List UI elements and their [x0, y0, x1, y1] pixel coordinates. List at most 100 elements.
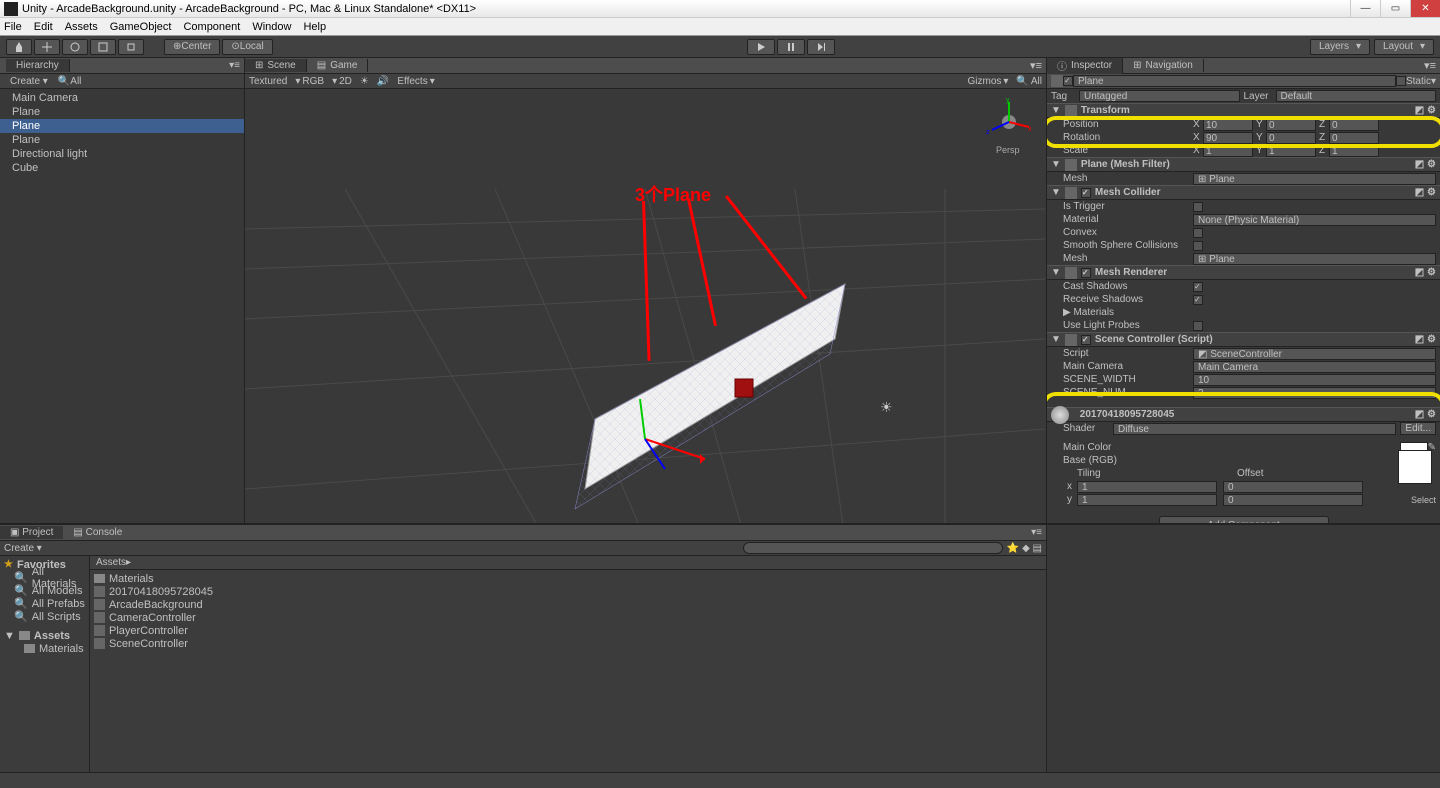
- lightprobes-checkbox[interactable]: [1193, 321, 1203, 331]
- project-create-button[interactable]: Create ▾: [4, 543, 42, 554]
- rotate-tool-button[interactable]: [62, 39, 88, 55]
- material-header[interactable]: 20170418095728045◩ ⚙: [1047, 407, 1440, 422]
- active-checkbox[interactable]: [1063, 76, 1073, 86]
- scene-tab[interactable]: ⊞Scene: [245, 59, 307, 72]
- 2d-toggle[interactable]: ▾ 2D: [332, 76, 352, 87]
- rgb-dropdown[interactable]: ▾ RGB: [295, 76, 324, 87]
- console-tab[interactable]: ▤ Console: [63, 526, 132, 539]
- scene-viewport[interactable]: ☀ 3个Plane y x z Persp: [245, 89, 1046, 523]
- hierarchy-create-button[interactable]: Create ▾: [4, 76, 54, 87]
- smooth-checkbox[interactable]: [1193, 241, 1203, 251]
- meshfilter-component-header[interactable]: ▼ Plane (Mesh Filter)◩ ⚙: [1047, 157, 1440, 172]
- asset-item[interactable]: ArcadeBackground: [90, 598, 1046, 611]
- rotation-x-input[interactable]: 90: [1203, 132, 1253, 144]
- project-search-input[interactable]: [743, 542, 1003, 554]
- script-field[interactable]: ◩ SceneController: [1193, 348, 1436, 360]
- static-checkbox[interactable]: [1396, 76, 1406, 86]
- position-x-input[interactable]: 10: [1203, 119, 1253, 131]
- panel-menu-icon[interactable]: ▾≡: [1030, 59, 1042, 72]
- add-component-button[interactable]: Add Component: [1159, 516, 1329, 523]
- play-button[interactable]: [747, 39, 775, 55]
- meshcollider-component-header[interactable]: ▼ Mesh Collider◩ ⚙: [1047, 185, 1440, 200]
- offset-y-input[interactable]: 0: [1223, 494, 1363, 506]
- static-dropdown-icon[interactable]: ▾: [1431, 76, 1436, 87]
- hierarchy-item[interactable]: Main Camera: [0, 91, 244, 105]
- tiling-x-input[interactable]: 1: [1077, 481, 1217, 493]
- hierarchy-item-selected[interactable]: Plane: [0, 119, 244, 133]
- close-button[interactable]: ✕: [1410, 0, 1440, 17]
- inspector-tab[interactable]: ⓘInspector: [1047, 58, 1123, 74]
- search-filter-icons[interactable]: ⭐ ◆ ▤: [1007, 543, 1042, 554]
- layer-dropdown[interactable]: Default: [1276, 90, 1437, 102]
- rotation-z-input[interactable]: 0: [1329, 132, 1379, 144]
- position-y-input[interactable]: 0: [1266, 119, 1316, 131]
- favorite-item[interactable]: 🔍All Prefabs: [0, 597, 89, 610]
- texture-slot[interactable]: [1398, 450, 1432, 484]
- scale-z-input[interactable]: 1: [1329, 145, 1379, 157]
- rotation-y-input[interactable]: 0: [1266, 132, 1316, 144]
- select-texture-button[interactable]: Select: [1411, 495, 1436, 505]
- panel-menu-icon[interactable]: ▾≡: [1031, 527, 1042, 538]
- navigation-tab[interactable]: ⊞Navigation: [1123, 59, 1204, 72]
- physmat-field[interactable]: None (Physic Material): [1193, 214, 1436, 226]
- assets-folder[interactable]: ▼Assets: [0, 629, 89, 642]
- step-button[interactable]: [807, 39, 835, 55]
- collider-mesh-field[interactable]: ⊞ Plane: [1193, 253, 1436, 265]
- recvshadows-checkbox[interactable]: [1193, 295, 1203, 305]
- asset-item[interactable]: 20170418095728045: [90, 585, 1046, 598]
- materials-folder[interactable]: Materials: [0, 642, 89, 655]
- hierarchy-item[interactable]: Plane: [0, 133, 244, 147]
- breadcrumb[interactable]: Assets ▸: [90, 556, 1046, 570]
- favorite-item[interactable]: 🔍All Models: [0, 584, 89, 597]
- menu-file[interactable]: File: [4, 21, 22, 33]
- transform-component-header[interactable]: ▼ Transform◩ ⚙: [1047, 103, 1440, 118]
- shaded-dropdown[interactable]: Textured: [249, 76, 287, 87]
- scale-x-input[interactable]: 1: [1203, 145, 1253, 157]
- script-enabled-checkbox[interactable]: [1081, 335, 1091, 345]
- rect-tool-button[interactable]: [118, 39, 144, 55]
- pause-button[interactable]: [777, 39, 805, 55]
- hierarchy-item[interactable]: Cube: [0, 161, 244, 175]
- panel-menu-icon[interactable]: ▾≡: [229, 60, 240, 71]
- collider-enabled-checkbox[interactable]: [1081, 188, 1091, 198]
- gizmos-dropdown[interactable]: Gizmos ▾: [967, 76, 1008, 87]
- castshadows-checkbox[interactable]: [1193, 282, 1203, 292]
- scale-y-input[interactable]: 1: [1266, 145, 1316, 157]
- tiling-y-input[interactable]: 1: [1077, 494, 1217, 506]
- asset-item[interactable]: CameraController: [90, 611, 1046, 624]
- offset-x-input[interactable]: 0: [1223, 481, 1363, 493]
- mesh-field[interactable]: ⊞ Plane: [1193, 173, 1436, 185]
- istrigger-checkbox[interactable]: [1193, 202, 1203, 212]
- scenewidth-input[interactable]: 10: [1193, 374, 1436, 386]
- asset-item[interactable]: SceneController: [90, 637, 1046, 650]
- audio-toggle[interactable]: 🔊: [377, 76, 389, 87]
- scene-gizmo[interactable]: y x z Persp: [984, 97, 1034, 147]
- menu-component[interactable]: Component: [183, 21, 240, 33]
- layout-dropdown[interactable]: Layout▾: [1374, 39, 1434, 55]
- object-name-input[interactable]: Plane: [1073, 75, 1396, 87]
- tag-dropdown[interactable]: Untagged: [1079, 90, 1240, 102]
- scale-tool-button[interactable]: [90, 39, 116, 55]
- asset-item[interactable]: PlayerController: [90, 624, 1046, 637]
- game-tab[interactable]: ▤Game: [307, 59, 369, 72]
- asset-item[interactable]: Materials: [90, 572, 1046, 585]
- hierarchy-tab[interactable]: Hierarchy: [6, 59, 70, 72]
- menu-window[interactable]: Window: [252, 21, 291, 33]
- layers-dropdown[interactable]: Layers▾: [1310, 39, 1370, 55]
- panel-menu-icon[interactable]: ▾≡: [1424, 59, 1436, 72]
- convex-checkbox[interactable]: [1193, 228, 1203, 238]
- pivot-local-button[interactable]: ⊙ Local: [222, 39, 272, 55]
- minimize-button[interactable]: —: [1350, 0, 1380, 17]
- favorite-item[interactable]: 🔍All Scripts: [0, 610, 89, 623]
- camera-ref-field[interactable]: Main Camera: [1193, 361, 1436, 373]
- project-tab[interactable]: ▣ Project: [0, 526, 63, 539]
- move-tool-button[interactable]: [34, 39, 60, 55]
- edit-shader-button[interactable]: Edit...: [1400, 422, 1436, 435]
- light-toggle[interactable]: ☀: [360, 76, 369, 87]
- favorite-item[interactable]: 🔍All Materials: [0, 571, 89, 584]
- menu-edit[interactable]: Edit: [34, 21, 53, 33]
- meshrenderer-component-header[interactable]: ▼ Mesh Renderer◩ ⚙: [1047, 265, 1440, 280]
- shader-dropdown[interactable]: Diffuse: [1113, 423, 1396, 435]
- position-z-input[interactable]: 0: [1329, 119, 1379, 131]
- scene-search[interactable]: 🔍All: [1016, 76, 1042, 87]
